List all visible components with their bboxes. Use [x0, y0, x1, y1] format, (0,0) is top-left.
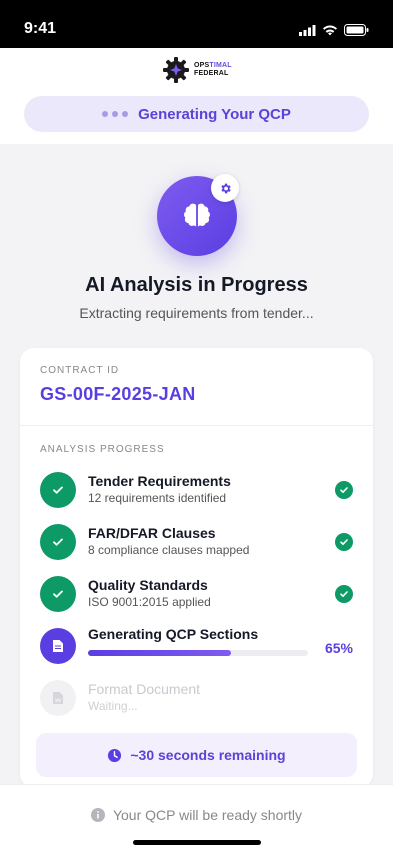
step-title: Generating QCP Sections	[88, 626, 259, 642]
step-title: Tender Requirements	[88, 473, 231, 489]
analysis-card: CONTRACT ID GS-00F-2025-JAN ANALYSIS PRO…	[20, 348, 373, 788]
progress-bar	[88, 650, 308, 656]
step-subtitle: 8 compliance clauses mapped	[88, 543, 250, 557]
app-header: OPSTIMAL FEDERAL Generating Your QCP	[0, 48, 393, 144]
contract-id-value: GS-00F-2025-JAN	[40, 384, 196, 404]
logo-wordmark: OPSTIMAL FEDERAL	[194, 62, 232, 78]
step-generating-qcp-sections: Generating QCP Sections 65%	[40, 626, 353, 666]
logo-text-ops: OPS	[194, 62, 210, 69]
page-subtitle: Extracting requirements from tender...	[79, 305, 314, 321]
progress-bar-fill	[88, 650, 231, 656]
footer-message-text: Your QCP will be ready shortly	[112, 807, 303, 823]
status-bar: 9:41	[0, 0, 393, 48]
home-indicator[interactable]	[133, 840, 261, 845]
info-icon	[90, 808, 105, 822]
generating-banner-label: Generating Your QCP	[138, 105, 291, 123]
step-format-document: Format Document Waiting...	[40, 678, 353, 718]
wifi-icon	[323, 25, 337, 35]
gear-logo-icon	[163, 57, 189, 83]
app-logo: OPSTIMAL FEDERAL	[162, 56, 232, 84]
step-tender-requirements: Tender Requirements 12 requirements iden…	[40, 470, 353, 510]
step-done-icon	[40, 472, 76, 508]
generating-banner: Generating Your QCP	[24, 96, 369, 132]
battery-icon	[344, 24, 369, 36]
status-icons	[299, 24, 369, 36]
step-done-icon	[40, 576, 76, 612]
divider	[20, 425, 373, 426]
step-subtitle: ISO 9001:2015 applied	[88, 595, 211, 609]
step-title: FAR/DFAR Clauses	[88, 525, 216, 541]
check-circle-icon	[335, 481, 353, 499]
step-subtitle: Waiting...	[88, 699, 138, 713]
step-done-icon	[40, 524, 76, 560]
page-title: AI Analysis in Progress	[85, 274, 308, 296]
status-time: 9:41	[24, 20, 57, 37]
check-circle-icon	[335, 585, 353, 603]
step-title: Format Document	[88, 681, 201, 697]
analysis-progress-label: ANALYSIS PROGRESS	[40, 444, 165, 455]
step-subtitle: 12 requirements identified	[88, 491, 227, 505]
progress-percent: 65%	[324, 640, 353, 656]
time-remaining-box: ~30 seconds remaining	[36, 733, 357, 777]
loading-dots-icon	[102, 111, 129, 117]
time-remaining-label: ~30 seconds remaining	[130, 747, 286, 763]
contract-id-label: CONTRACT ID	[40, 365, 120, 376]
step-far-dfar-clauses: FAR/DFAR Clauses 8 compliance clauses ma…	[40, 522, 353, 562]
footer: Your QCP will be ready shortly	[0, 784, 393, 852]
document-pending-icon	[40, 680, 76, 716]
step-title: Quality Standards	[88, 577, 208, 593]
clock-icon	[108, 748, 122, 762]
logo-text-timal: TIMAL	[209, 62, 232, 69]
step-quality-standards: Quality Standards ISO 9001:2015 applied	[40, 574, 353, 614]
check-circle-icon	[335, 533, 353, 551]
footer-message: Your QCP will be ready shortly	[0, 807, 393, 823]
signal-icon	[299, 24, 316, 36]
logo-text-federal: FEDERAL	[194, 70, 229, 77]
gear-icon	[211, 174, 239, 202]
document-icon	[40, 628, 76, 664]
